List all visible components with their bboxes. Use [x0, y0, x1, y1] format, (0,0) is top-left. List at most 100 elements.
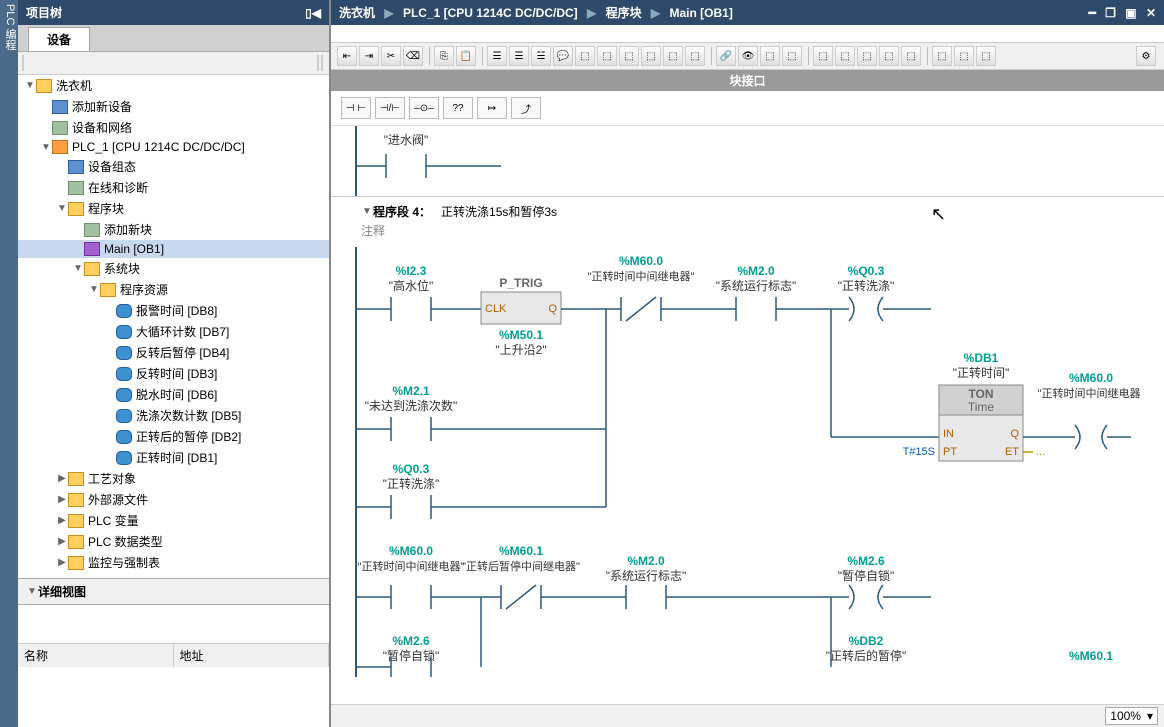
network-3-tail[interactable]: "进水阀"	[331, 126, 1131, 196]
project-tree[interactable]: ▼ 洗衣机 添加新设备设备和网络▼PLC_1 [CPU 1214C DC/DC/…	[18, 75, 329, 578]
tb-delete[interactable]: ⌫	[403, 46, 423, 66]
tree-item[interactable]: 正转时间 [DB1]	[18, 447, 329, 468]
tree-item[interactable]: 报警时间 [DB8]	[18, 300, 329, 321]
tb-net-before[interactable]: ☰	[487, 46, 507, 66]
instr-no-contact[interactable]: ⊣ ⊢	[341, 97, 371, 119]
expander-icon[interactable]: ▼	[24, 80, 36, 91]
network-4-rung-2[interactable]: %M60.0 "正转时间中间继电器" %M60.1 "正转后暂停中间继电器"	[331, 537, 1141, 677]
tb-d[interactable]: ⬚	[685, 46, 705, 66]
tree-tool-1[interactable]	[22, 55, 24, 71]
tree-item[interactable]: 洗涤次数计数 [DB5]	[18, 405, 329, 426]
instr-branch-close[interactable]: ⤴	[511, 97, 541, 119]
zoom-dropdown-icon[interactable]: ▾	[1147, 709, 1153, 723]
tree-item[interactable]: 添加新设备	[18, 96, 329, 117]
ladder-scroll[interactable]: "进水阀" ▼ 程序段 4： 正转洗涤15s和暂停3s 注释	[331, 126, 1164, 704]
network-4-comment[interactable]: 注释	[331, 222, 1164, 247]
tree-tool-3[interactable]	[321, 55, 323, 71]
tb-tag[interactable]: ⬚	[575, 46, 595, 66]
tree-item[interactable]: 脱水时间 [DB6]	[18, 384, 329, 405]
tb-n[interactable]: ⬚	[976, 46, 996, 66]
tree-item[interactable]: 添加新块	[18, 219, 329, 240]
instr-branch-open[interactable]: ↦	[477, 97, 507, 119]
detail-col-addr[interactable]: 地址	[174, 644, 330, 667]
block-interface-bar[interactable]: 块接口	[331, 70, 1164, 91]
expander-icon[interactable]: ▼	[40, 142, 52, 153]
collapse-icon[interactable]: ▯◀	[305, 6, 321, 20]
close-icon[interactable]: ✕	[1146, 6, 1156, 20]
bc-part-1[interactable]: PLC_1 [CPU 1214C DC/DC/DC]	[403, 6, 578, 20]
tree-item[interactable]: ▶监控与强制表	[18, 552, 329, 573]
tree-item[interactable]: 设备组态	[18, 156, 329, 177]
detail-view-header[interactable]: ▼ 详细视图	[18, 578, 329, 605]
detail-col-name[interactable]: 名称	[18, 644, 174, 667]
tb-m[interactable]: ⬚	[954, 46, 974, 66]
tb-settings[interactable]: ⚙	[1136, 46, 1156, 66]
tb-insert-right[interactable]: ⇥	[359, 46, 379, 66]
tb-insert-left[interactable]: ⇤	[337, 46, 357, 66]
tb-g[interactable]: ⬚	[813, 46, 833, 66]
network-4-header[interactable]: ▼ 程序段 4： 正转洗涤15s和暂停3s	[331, 196, 1164, 222]
tree-item[interactable]: ▼系统块	[18, 258, 329, 279]
tb-j[interactable]: ⬚	[879, 46, 899, 66]
tab-devices[interactable]: 设备	[28, 27, 90, 51]
tb-i[interactable]: ⬚	[857, 46, 877, 66]
maximize-icon[interactable]: ▣	[1125, 6, 1136, 20]
expander-icon[interactable]: ▼	[88, 284, 100, 295]
tree-item[interactable]: 反转后暂停 [DB4]	[18, 342, 329, 363]
tree-item[interactable]: ▶工艺对象	[18, 468, 329, 489]
tb-copy[interactable]: ⎘	[434, 46, 454, 66]
expander-icon[interactable]: ▶	[56, 557, 68, 568]
tree-item[interactable]: 设备和网络	[18, 117, 329, 138]
tree-item[interactable]: ▼程序块	[18, 198, 329, 219]
tb-b[interactable]: ⬚	[641, 46, 661, 66]
tb-h[interactable]: ⬚	[835, 46, 855, 66]
tree-root[interactable]: ▼ 洗衣机	[18, 75, 329, 96]
instr-nc-contact[interactable]: ⊣/⊢	[375, 97, 405, 119]
tree-item[interactable]: 反转时间 [DB3]	[18, 363, 329, 384]
instr-coil[interactable]: –⊙–	[409, 97, 439, 119]
tb-go-online[interactable]: 🔗	[716, 46, 736, 66]
tb-net-new[interactable]: ☱	[531, 46, 551, 66]
db-icon	[116, 304, 132, 318]
tb-k[interactable]: ⬚	[901, 46, 921, 66]
tree-item[interactable]: ▼PLC_1 [CPU 1214C DC/DC/DC]	[18, 138, 329, 156]
tree-item[interactable]: ▼程序资源	[18, 279, 329, 300]
tree-item[interactable]: ▶外部源文件	[18, 489, 329, 510]
tb-f[interactable]: ⬚	[782, 46, 802, 66]
tb-e[interactable]: ⬚	[760, 46, 780, 66]
expander-icon[interactable]: ▼	[56, 203, 68, 214]
tb-monitor[interactable]: 👁	[738, 46, 758, 66]
expander-icon[interactable]: ▶	[56, 536, 68, 547]
expander-icon[interactable]: ▶	[56, 473, 68, 484]
tree-item[interactable]: ▶PLC 数据类型	[18, 531, 329, 552]
bc-part-2[interactable]: 程序块	[606, 6, 642, 20]
tree-tool-2[interactable]	[317, 55, 319, 71]
bc-part-3[interactable]: Main [OB1]	[670, 6, 733, 20]
tb-c[interactable]: ⬚	[663, 46, 683, 66]
bc-part-0[interactable]: 洗衣机	[339, 6, 375, 20]
zoom-control[interactable]: 100% ▾	[1105, 707, 1158, 725]
tree-item[interactable]: ▶PLC 变量	[18, 510, 329, 531]
tb-addr[interactable]: ⬚	[597, 46, 617, 66]
instr-empty-box[interactable]: ??	[443, 97, 473, 119]
editor-panel: 洗衣机 ▶ PLC_1 [CPU 1214C DC/DC/DC] ▶ 程序块 ▶…	[331, 0, 1164, 727]
tree-item[interactable]: 正转后的暂停 [DB2]	[18, 426, 329, 447]
net-expander-icon[interactable]: ▼	[361, 206, 373, 217]
tb-paste[interactable]: 📋	[456, 46, 476, 66]
detail-expander-icon[interactable]: ▼	[26, 586, 38, 597]
tree-item[interactable]: Main [OB1]	[18, 240, 329, 258]
expander-icon[interactable]: ▶	[56, 515, 68, 526]
tree-item-label: 在线和诊断	[88, 179, 148, 196]
tb-comment[interactable]: 💬	[553, 46, 573, 66]
expander-icon[interactable]: ▼	[72, 263, 84, 274]
tree-item[interactable]: 大循环计数 [DB7]	[18, 321, 329, 342]
tree-item[interactable]: 在线和诊断	[18, 177, 329, 198]
restore-icon[interactable]: ❐	[1105, 6, 1116, 20]
tb-cut[interactable]: ✂	[381, 46, 401, 66]
minimize-icon[interactable]: ━	[1089, 6, 1096, 20]
network-4-rung-1[interactable]: %I2.3 "高水位" P_TRIG CLK Q %M50.1 "上升沿2" %	[331, 247, 1141, 537]
tb-net-after[interactable]: ☰	[509, 46, 529, 66]
tb-l[interactable]: ⬚	[932, 46, 952, 66]
expander-icon[interactable]: ▶	[56, 494, 68, 505]
tb-a[interactable]: ⬚	[619, 46, 639, 66]
